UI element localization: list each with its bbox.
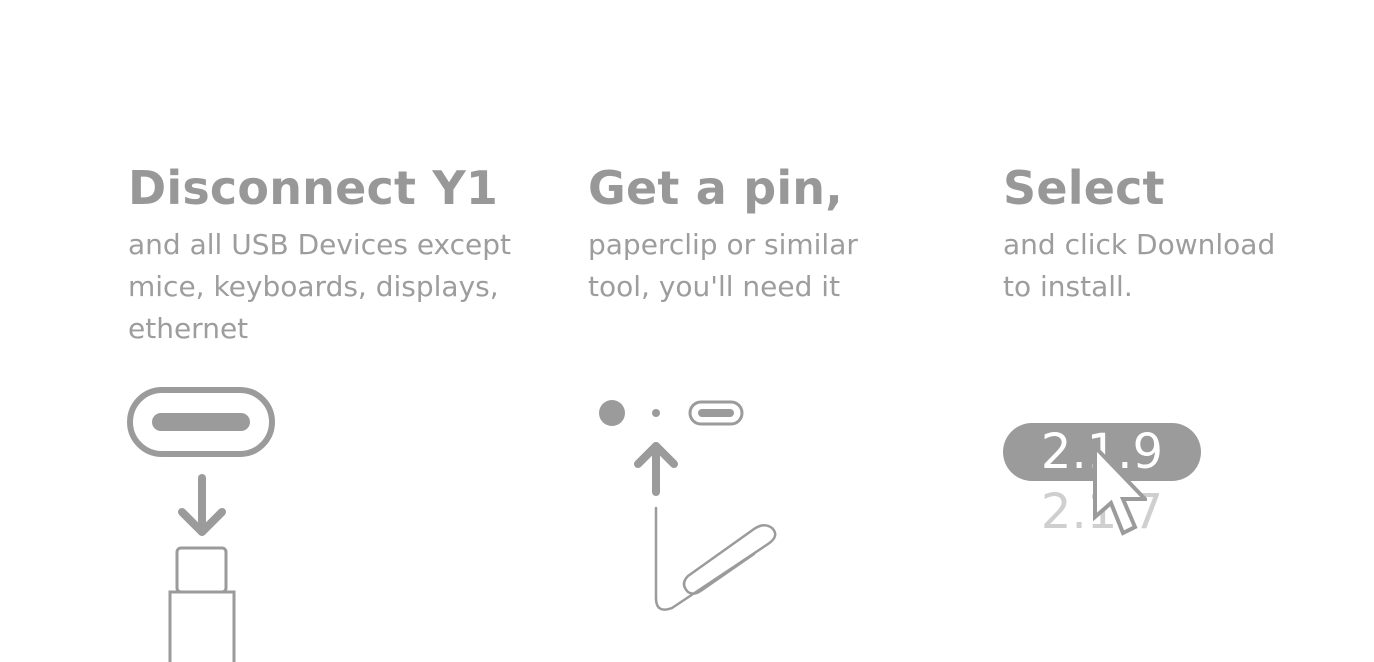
paperclip-icon (654, 506, 777, 611)
reset-hole-icon (652, 409, 660, 417)
step-select-version: Select and click Download to install. (1003, 160, 1343, 308)
install-steps: Disconnect Y1 and all USB Devices except… (0, 0, 1374, 662)
step-title: Get a pin, (588, 161, 843, 215)
step-title: Disconnect Y1 (128, 161, 499, 215)
step-title: Select (1003, 161, 1165, 215)
led-dot-icon (599, 400, 625, 426)
step-description: and all USB Devices except mice, keyboar… (128, 228, 512, 345)
paperclip-reset-icon (599, 400, 777, 611)
usb-c-plug-icon (168, 546, 236, 662)
step-description: and click Download to install. (1003, 228, 1276, 303)
step-description: paperclip or similar tool, you'll need i… (588, 228, 858, 303)
step-disconnect: Disconnect Y1 and all USB Devices except… (128, 160, 548, 350)
arrow-up-icon (634, 442, 678, 496)
step-get-pin: Get a pin, paperclip or similar tool, yo… (588, 160, 948, 308)
mouse-cursor-icon (1093, 443, 1147, 536)
arrow-down-icon (178, 474, 226, 536)
usb-c-disconnect-icon (127, 387, 275, 662)
version-picker[interactable]: 2.1.9 2.1.7 (1003, 423, 1203, 553)
